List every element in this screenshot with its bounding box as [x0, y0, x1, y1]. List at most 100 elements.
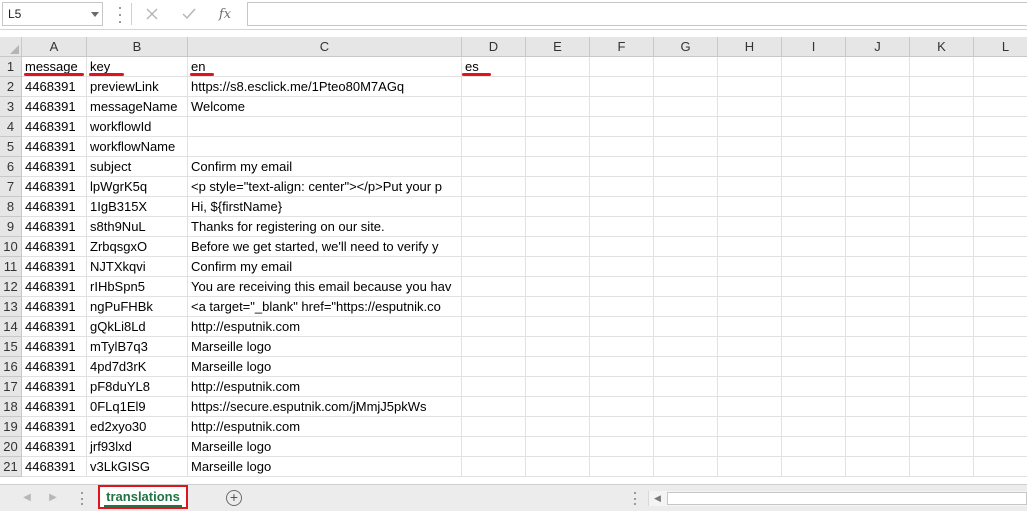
cell-j18[interactable]: [846, 397, 910, 417]
cell-d18[interactable]: [462, 397, 526, 417]
cell-k12[interactable]: [910, 277, 974, 297]
cell-b6[interactable]: subject: [87, 157, 188, 177]
cell-k1[interactable]: [910, 57, 974, 77]
cell-e2[interactable]: [526, 77, 590, 97]
cell-e19[interactable]: [526, 417, 590, 437]
cell-f1[interactable]: [590, 57, 654, 77]
row-header[interactable]: 19: [0, 417, 22, 437]
cell-k8[interactable]: [910, 197, 974, 217]
row-header[interactable]: 14: [0, 317, 22, 337]
cell-k7[interactable]: [910, 177, 974, 197]
cell-h10[interactable]: [718, 237, 782, 257]
cell-j6[interactable]: [846, 157, 910, 177]
cell-b4[interactable]: workflowId: [87, 117, 188, 137]
cell-j3[interactable]: [846, 97, 910, 117]
row-header[interactable]: 5: [0, 137, 22, 157]
cell-b8[interactable]: 1IgB315X: [87, 197, 188, 217]
column-header-f[interactable]: F: [590, 37, 654, 57]
cell-g6[interactable]: [654, 157, 718, 177]
cell-h2[interactable]: [718, 77, 782, 97]
cell-e3[interactable]: [526, 97, 590, 117]
cell-g10[interactable]: [654, 237, 718, 257]
cell-g11[interactable]: [654, 257, 718, 277]
cell-h19[interactable]: [718, 417, 782, 437]
cell-d3[interactable]: [462, 97, 526, 117]
row-header[interactable]: 12: [0, 277, 22, 297]
cell-e15[interactable]: [526, 337, 590, 357]
cell-c13[interactable]: <a target="_blank" href="https://esputni…: [188, 297, 462, 317]
cell-f16[interactable]: [590, 357, 654, 377]
cell-g8[interactable]: [654, 197, 718, 217]
cell-a15[interactable]: 4468391: [22, 337, 87, 357]
cell-l19[interactable]: [974, 417, 1027, 437]
cell-l16[interactable]: [974, 357, 1027, 377]
cell-d4[interactable]: [462, 117, 526, 137]
cell-a17[interactable]: 4468391: [22, 377, 87, 397]
cell-l13[interactable]: [974, 297, 1027, 317]
cell-a16[interactable]: 4468391: [22, 357, 87, 377]
cell-b21[interactable]: v3LkGISG: [87, 457, 188, 477]
cell-b18[interactable]: 0FLq1El9: [87, 397, 188, 417]
cell-d12[interactable]: [462, 277, 526, 297]
column-header-c[interactable]: C: [188, 37, 462, 57]
cell-j21[interactable]: [846, 457, 910, 477]
cell-f19[interactable]: [590, 417, 654, 437]
cell-d6[interactable]: [462, 157, 526, 177]
cell-l6[interactable]: [974, 157, 1027, 177]
cell-i2[interactable]: [782, 77, 846, 97]
cell-d20[interactable]: [462, 437, 526, 457]
cell-c15[interactable]: Marseille logo: [188, 337, 462, 357]
cell-f8[interactable]: [590, 197, 654, 217]
cell-g18[interactable]: [654, 397, 718, 417]
cell-f20[interactable]: [590, 437, 654, 457]
cell-i16[interactable]: [782, 357, 846, 377]
cell-l14[interactable]: [974, 317, 1027, 337]
cell-a3[interactable]: 4468391: [22, 97, 87, 117]
cell-k4[interactable]: [910, 117, 974, 137]
drag-handle-icon[interactable]: [80, 492, 83, 505]
cell-l15[interactable]: [974, 337, 1027, 357]
row-header[interactable]: 8: [0, 197, 22, 217]
cell-c21[interactable]: Marseille logo: [188, 457, 462, 477]
cell-a11[interactable]: 4468391: [22, 257, 87, 277]
cell-g4[interactable]: [654, 117, 718, 137]
cell-h3[interactable]: [718, 97, 782, 117]
cell-d7[interactable]: [462, 177, 526, 197]
cell-c14[interactable]: http://esputnik.com: [188, 317, 462, 337]
row-header[interactable]: 7: [0, 177, 22, 197]
cell-l12[interactable]: [974, 277, 1027, 297]
column-header-k[interactable]: K: [910, 37, 974, 57]
cell-e11[interactable]: [526, 257, 590, 277]
cell-e4[interactable]: [526, 117, 590, 137]
column-header-i[interactable]: I: [782, 37, 846, 57]
column-header-b[interactable]: B: [87, 37, 188, 57]
cell-d2[interactable]: [462, 77, 526, 97]
cell-e9[interactable]: [526, 217, 590, 237]
cell-e12[interactable]: [526, 277, 590, 297]
cell-i7[interactable]: [782, 177, 846, 197]
cell-i11[interactable]: [782, 257, 846, 277]
cell-c3[interactable]: Welcome: [188, 97, 462, 117]
cell-e7[interactable]: [526, 177, 590, 197]
cell-c2[interactable]: https://s8.esclick.me/1Pteo80M7AGq: [188, 77, 462, 97]
cell-c8[interactable]: Hi, ${firstName}: [188, 197, 462, 217]
cell-l11[interactable]: [974, 257, 1027, 277]
row-header[interactable]: 15: [0, 337, 22, 357]
cell-g16[interactable]: [654, 357, 718, 377]
cell-h17[interactable]: [718, 377, 782, 397]
row-header[interactable]: 18: [0, 397, 22, 417]
cell-g12[interactable]: [654, 277, 718, 297]
cell-b10[interactable]: ZrbqsgxO: [87, 237, 188, 257]
cell-c19[interactable]: http://esputnik.com: [188, 417, 462, 437]
cell-e17[interactable]: [526, 377, 590, 397]
prev-sheet-icon[interactable]: ◀: [20, 491, 34, 505]
row-header[interactable]: 9: [0, 217, 22, 237]
cell-i19[interactable]: [782, 417, 846, 437]
cell-a13[interactable]: 4468391: [22, 297, 87, 317]
cell-f11[interactable]: [590, 257, 654, 277]
cell-d9[interactable]: [462, 217, 526, 237]
cell-c18[interactable]: https://secure.esputnik.com/jMmjJ5pkWs: [188, 397, 462, 417]
cell-k9[interactable]: [910, 217, 974, 237]
cell-e5[interactable]: [526, 137, 590, 157]
cell-c4[interactable]: [188, 117, 462, 137]
